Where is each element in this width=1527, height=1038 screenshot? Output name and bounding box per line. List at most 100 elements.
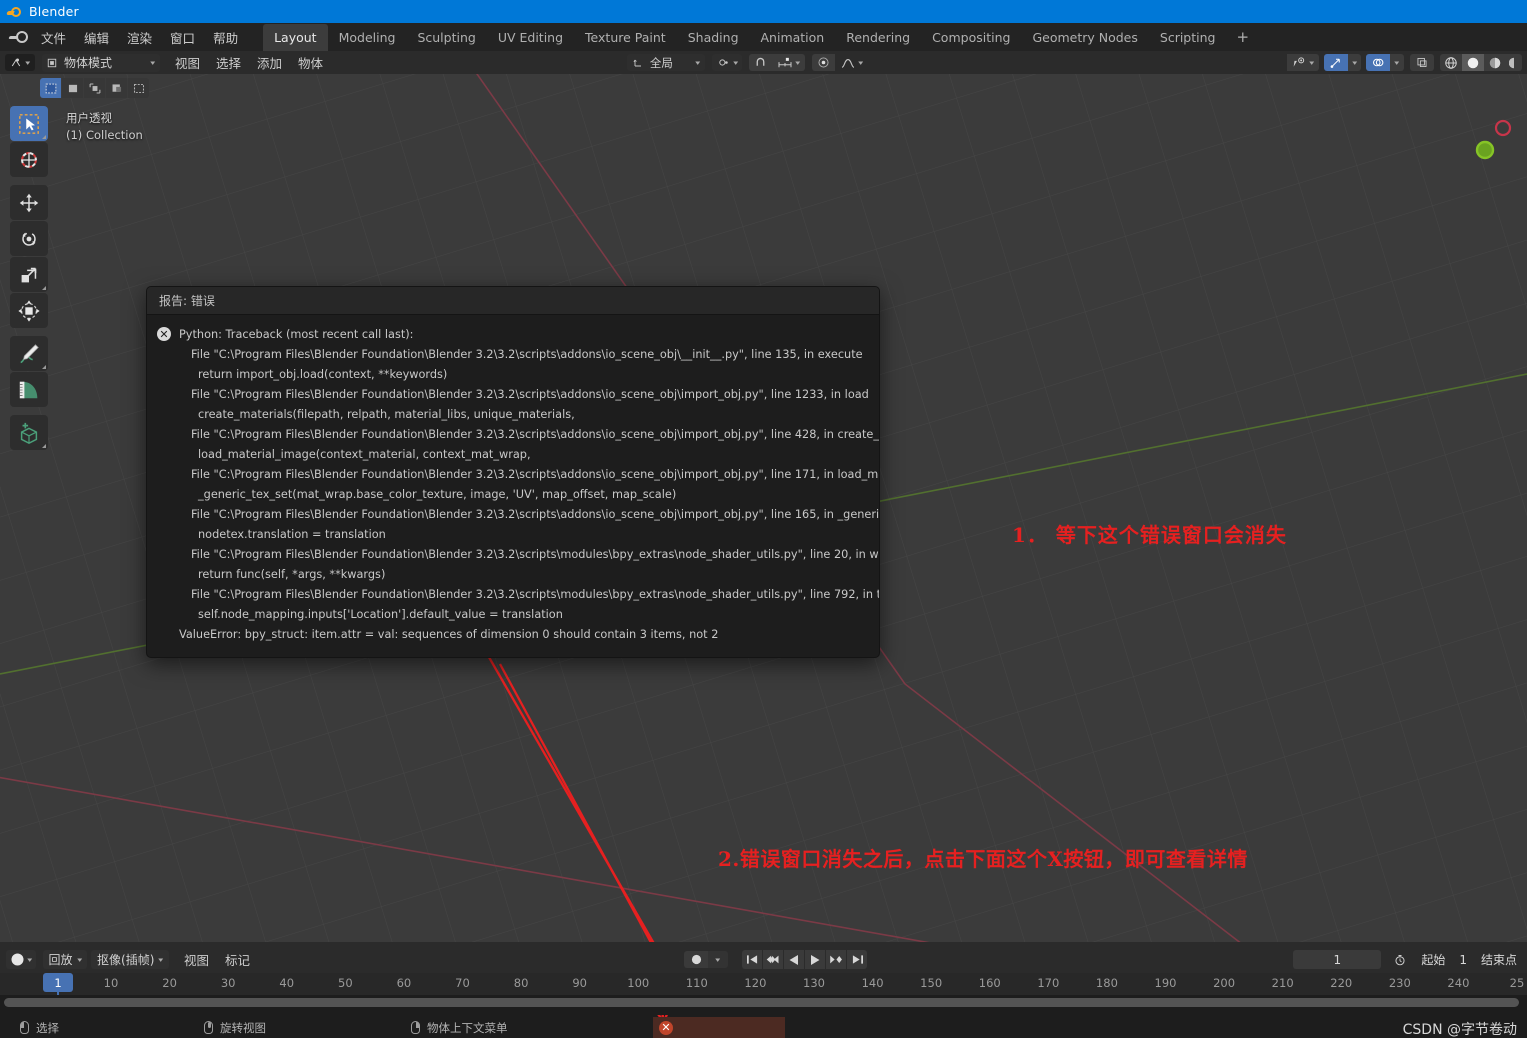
tab-layout[interactable]: Layout (263, 24, 328, 51)
proportional-edit-toggle[interactable] (812, 54, 835, 71)
timeline-tick: 120 (744, 976, 766, 990)
timeline-menu-marker[interactable]: 标记 (217, 948, 258, 971)
tab-scripting[interactable]: Scripting (1149, 24, 1227, 51)
snap-increment-icon (777, 57, 793, 69)
tool-move[interactable] (10, 185, 48, 220)
timeline-ruler[interactable]: 1020304050607080901001101201301401501601… (0, 973, 1527, 995)
frame-start-field[interactable]: 起始 1 (1411, 950, 1477, 969)
tab-modeling[interactable]: Modeling (328, 24, 407, 51)
xray-toggle[interactable] (1410, 54, 1434, 71)
traceback-error-message: ValueError: bpy_struct: item.attr = val:… (179, 625, 869, 645)
tool-tweak[interactable] (10, 106, 48, 141)
menu-render[interactable]: 渲染 (118, 24, 161, 51)
tab-geometry-nodes[interactable]: Geometry Nodes (1021, 24, 1148, 51)
tab-compositing[interactable]: Compositing (921, 24, 1021, 51)
tab-sculpting[interactable]: Sculpting (406, 24, 486, 51)
blender-window: Blender 文件 编辑 渲染 窗口 帮助 Layout Modeling S… (0, 0, 1527, 1038)
play-reverse-button[interactable] (784, 950, 804, 969)
overlays-options-dropdown[interactable]: ▾ (1390, 54, 1404, 71)
pivot-point-dropdown[interactable]: ▾ (712, 54, 743, 71)
solid-sphere-icon (1466, 56, 1480, 70)
menu-help[interactable]: 帮助 (204, 24, 247, 51)
tab-animation[interactable]: Animation (750, 24, 836, 51)
next-keyframe-icon (829, 954, 843, 965)
auto-keying-options-dropdown[interactable]: ▾ (708, 951, 728, 968)
lasso-select-icon[interactable] (106, 78, 127, 98)
playback-dropdown[interactable]: 回放▾ (43, 950, 88, 969)
timeline-horizontal-scrollbar[interactable] (4, 998, 1519, 1007)
play-button[interactable] (805, 950, 825, 969)
tool-annotate[interactable] (10, 336, 48, 371)
tool-cursor[interactable] (10, 142, 48, 177)
tab-texture-paint[interactable]: Texture Paint (574, 24, 677, 51)
menu-edit[interactable]: 编辑 (75, 24, 118, 51)
report-error-dialog[interactable]: 报告: 错误 ✕ Python: Traceback (most recent … (146, 286, 880, 658)
falloff-curve-dropdown[interactable]: ▾ (835, 54, 868, 71)
viewport-menu-object[interactable]: 物体 (290, 51, 331, 74)
tweak-select-icon[interactable] (40, 78, 61, 98)
timeline-tick: 140 (862, 976, 884, 990)
circle-select-icon[interactable] (84, 78, 105, 98)
window-titlebar: Blender (0, 0, 1527, 23)
magnet-icon (754, 56, 767, 69)
timeline-menu-view[interactable]: 视图 (176, 948, 217, 971)
shading-rendered-button[interactable] (1506, 54, 1522, 71)
timeline-tick: 60 (397, 976, 412, 990)
tab-shading[interactable]: Shading (677, 24, 750, 51)
editor-type-icon[interactable]: ▾ (5, 54, 35, 71)
tool-add-cube[interactable] (10, 415, 48, 450)
tool-scale[interactable] (10, 257, 48, 292)
show-gizmo-toggle[interactable] (1324, 54, 1348, 71)
add-workspace-button[interactable]: + (1226, 28, 1259, 46)
auto-keying-toggle[interactable] (684, 951, 708, 968)
top-menubar: 文件 编辑 渲染 窗口 帮助 Layout Modeling Sculpting… (0, 23, 1527, 51)
shading-material-button[interactable] (1484, 54, 1506, 71)
jump-to-start-button[interactable] (742, 950, 762, 969)
prev-keyframe-button[interactable] (763, 950, 783, 969)
snap-magnet-toggle[interactable] (749, 54, 772, 71)
show-overlays-toggle[interactable] (1366, 54, 1390, 71)
shading-solid-button[interactable] (1462, 54, 1484, 71)
object-visibility-dropdown[interactable]: ▾ (1287, 54, 1319, 71)
timeline-playhead[interactable]: 1 (43, 973, 73, 992)
transform-orientation-dropdown[interactable]: 全局 ▾ (627, 54, 705, 71)
pencil-icon (17, 342, 41, 366)
timeline-tick: 240 (1447, 976, 1469, 990)
tab-uv-editing[interactable]: UV Editing (487, 24, 574, 51)
overlays-icon (1371, 56, 1385, 69)
tool-rotate[interactable] (10, 221, 48, 256)
viewport-menu-view[interactable]: 视图 (167, 51, 208, 74)
shading-wireframe-button[interactable] (1440, 54, 1462, 71)
tool-measure[interactable] (10, 372, 48, 407)
jump-to-end-button[interactable] (847, 950, 867, 969)
keying-dropdown[interactable]: 抠像(插帧)▾ (91, 950, 169, 969)
viewport-menu-select[interactable]: 选择 (208, 51, 249, 74)
material-sphere-icon (1488, 56, 1502, 70)
blender-menu-icon[interactable] (6, 24, 32, 50)
interaction-mode-dropdown[interactable]: 物体模式 ▾ (42, 54, 160, 72)
mouse-right-icon (411, 1021, 420, 1034)
tool-transform[interactable] (10, 293, 48, 328)
move-arrows-icon (17, 191, 41, 215)
mouse-left-icon (20, 1021, 29, 1034)
menu-file[interactable]: 文件 (32, 24, 75, 51)
wireframe-globe-icon (1444, 56, 1458, 70)
status-error-badge[interactable]: ✕ (653, 1017, 785, 1038)
frame-timer-icon[interactable] (1389, 951, 1411, 968)
menu-window[interactable]: 窗口 (161, 24, 204, 51)
box-select-icon[interactable] (62, 78, 83, 98)
record-dot-icon (691, 954, 702, 965)
window-title: Blender (29, 4, 79, 19)
frame-end-field[interactable]: 结束点 (1477, 950, 1521, 969)
navigation-gizmo[interactable] (1459, 114, 1519, 174)
gizmo-options-dropdown[interactable]: ▾ (1348, 54, 1362, 71)
tab-rendering[interactable]: Rendering (835, 24, 921, 51)
timeline-editor-type-icon[interactable]: ▾ (6, 950, 36, 969)
snap-target-dropdown[interactable]: ▾ (772, 54, 805, 71)
viewport-menu-add[interactable]: 添加 (249, 51, 290, 74)
current-frame-field[interactable]: 1 (1293, 950, 1381, 969)
select-all-icon[interactable] (128, 78, 149, 98)
next-keyframe-button[interactable] (826, 950, 846, 969)
viewport-toolbar (10, 106, 48, 450)
orientation-icon (632, 57, 644, 69)
